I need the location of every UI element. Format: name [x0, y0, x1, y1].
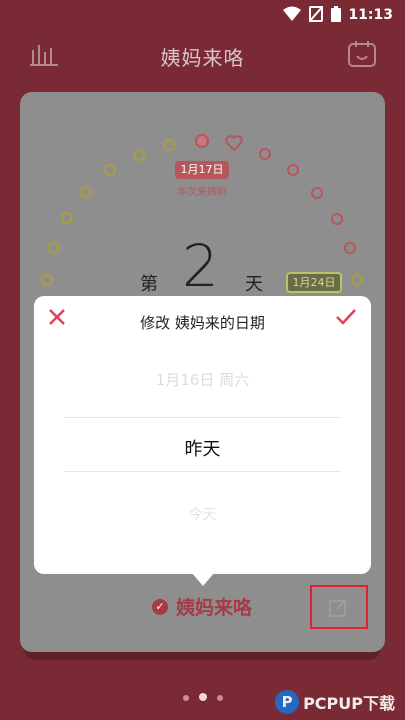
- picker-option[interactable]: 今天: [34, 504, 371, 524]
- day-suffix: 天: [245, 274, 263, 295]
- check-circle-icon: ✓: [152, 598, 168, 615]
- picker-option-selected[interactable]: 昨天: [34, 435, 371, 461]
- watermark: P PCPUP下载: [275, 690, 395, 714]
- cycle-dot: [104, 164, 116, 176]
- check-icon: [336, 309, 356, 325]
- cycle-dot: [61, 212, 73, 224]
- cycle-dot: [163, 139, 175, 151]
- bottom-bar: ✓ 姨妈来咯: [0, 585, 405, 629]
- status-icons: [283, 6, 341, 22]
- picker-divider: [64, 417, 341, 418]
- watermark-text: PCPUP下载: [303, 694, 395, 713]
- calendar-smile-icon[interactable]: [347, 40, 377, 72]
- period-came-label: 姨妈来咯: [176, 597, 253, 619]
- edit-icon: [329, 598, 348, 617]
- picker-divider: [64, 471, 341, 472]
- status-bar: 11:13: [0, 0, 405, 32]
- period-came-button[interactable]: ✓ 姨妈来咯: [152, 593, 252, 620]
- confirm-button[interactable]: [335, 308, 357, 330]
- dialog-pointer: [191, 572, 215, 586]
- cycle-dot: [80, 186, 92, 198]
- cycle-dot: [311, 187, 323, 199]
- status-time: 11:13: [348, 7, 393, 23]
- wifi-icon: [283, 6, 301, 21]
- edit-date-button[interactable]: [310, 585, 368, 629]
- day-number: 2: [182, 232, 219, 300]
- cycle-dot: [259, 148, 271, 160]
- battery-icon: [331, 6, 341, 22]
- day-prefix: 第: [140, 274, 158, 295]
- page-dot[interactable]: [216, 695, 223, 701]
- heart-icon: [225, 135, 243, 155]
- app-bar: 姨妈来咯: [0, 32, 405, 78]
- cycle-dot: [331, 213, 343, 225]
- picker-option[interactable]: 1月16日 周六: [34, 369, 371, 390]
- no-sim-icon: [309, 6, 323, 22]
- cycle-dot: [133, 149, 145, 161]
- day-counter: 第 2 天: [0, 232, 405, 302]
- page-dot[interactable]: [182, 695, 189, 701]
- page-dot-active[interactable]: [198, 693, 207, 701]
- dialog-title: 修改 姨妈来的日期: [140, 314, 265, 332]
- cycle-dot-current: [195, 134, 209, 148]
- page-title: 姨妈来咯: [160, 46, 245, 70]
- date-picker-dialog: 修改 姨妈来的日期 1月16日 周六 昨天 今天: [34, 296, 371, 574]
- period-start-caption: 本次来姨妈: [177, 187, 227, 198]
- cycle-dot: [287, 164, 299, 176]
- watermark-logo: P: [275, 690, 300, 714]
- period-start-marker: 1月17日: [175, 161, 229, 179]
